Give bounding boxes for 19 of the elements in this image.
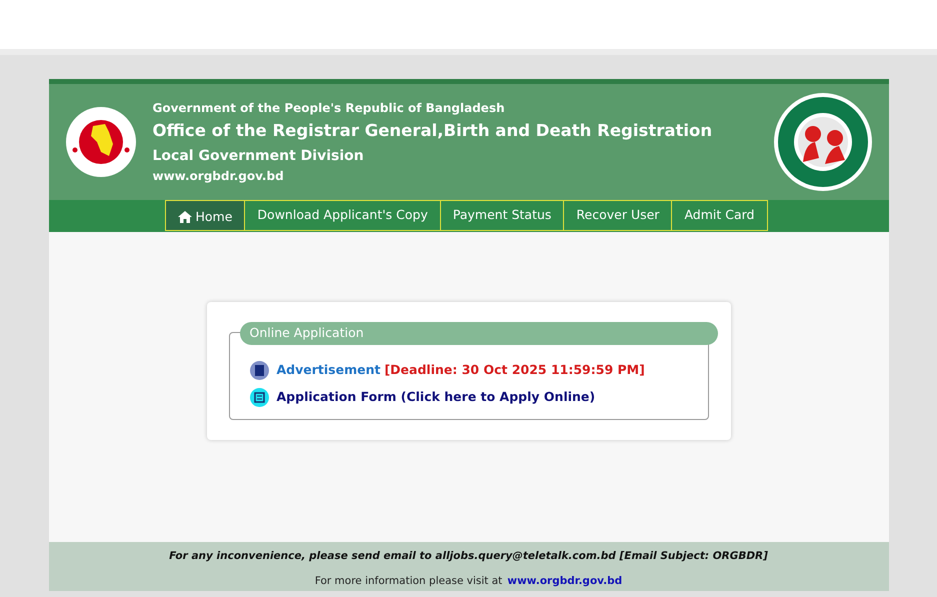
- form-icon: [250, 388, 268, 407]
- government-title: Government of the People's Republic of Bangladesh: [152, 100, 506, 118]
- website-text: www.orgbdr.gov.bd: [152, 168, 285, 185]
- nav-tab[interactable]: Home: [164, 200, 246, 231]
- section-legend: Online Application: [240, 322, 718, 345]
- nav-tab[interactable]: Admit Card: [671, 200, 768, 231]
- division-title: Local Government Division: [152, 146, 365, 166]
- nav-tab[interactable]: Payment Status: [440, 200, 564, 231]
- deadline-text: [Deadline: 30 Oct 2025 11:59:59 PM]: [384, 360, 645, 379]
- nav-tab[interactable]: Recover User: [563, 200, 672, 231]
- contact-notice: For any inconvenience, please send email to alljobs.query@teletalk.com.bd [Email Subject: ORGBDR]: [168, 549, 769, 564]
- pdf-icon: [250, 360, 268, 380]
- info-text: For more information please visit at: [314, 574, 502, 587]
- home-icon: [178, 211, 192, 223]
- office-title: Office of the Registrar General,Birth and Death Registration: [152, 120, 714, 142]
- advertisement-link[interactable]: Advertisement: [276, 360, 380, 380]
- website-link[interactable]: www.orgbdr.gov.bd: [507, 574, 622, 587]
- application-form-link[interactable]: Application Form (Click here to Apply Online): [276, 388, 596, 407]
- nav-tab[interactable]: Download Applicant's Copy: [244, 200, 441, 231]
